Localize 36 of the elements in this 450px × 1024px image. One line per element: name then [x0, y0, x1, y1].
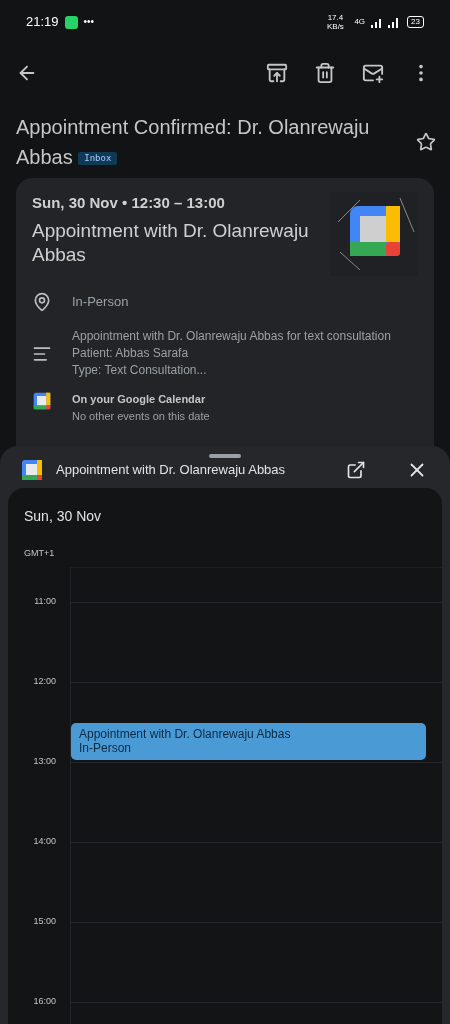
archive-icon[interactable]: [266, 62, 288, 84]
description-line: Type: Text Consultation...: [72, 362, 208, 379]
calendar-icon: [32, 391, 52, 411]
battery-indicator: 23: [407, 16, 424, 28]
open-external-icon[interactable]: [346, 460, 366, 480]
calendar-note: No other events on this date: [72, 408, 210, 424]
clock: 21:19: [26, 13, 59, 32]
network-speed: 17.4 KB/s: [325, 13, 345, 31]
description-line: Appointment with Dr. Olanrewaju Abbas for text consultation: [72, 328, 391, 345]
description-line: Patient: Abbas Sarafa: [72, 345, 190, 362]
event-time: Sun, 30 Nov • 12:30 – 13:00: [32, 193, 226, 213]
drag-handle[interactable]: [209, 454, 241, 458]
hour-label: 12:00: [32, 676, 56, 686]
more-notifications-icon: •••: [83, 17, 95, 27]
email-subject: Appointment Confirmed: Dr. Olanrewaju Abbas Inbox: [16, 115, 371, 170]
event-name: Appointment with Dr. Olanrewaju Abbas: [79, 727, 292, 741]
chat-app-icon: [64, 15, 78, 29]
location-icon: [32, 292, 52, 312]
delete-icon[interactable]: [314, 62, 336, 84]
event-place: In-Person: [79, 741, 133, 755]
calendar-event[interactable]: Appointment with Dr. Olanrewaju Abbas In-Person: [71, 722, 426, 760]
hour-label: 14:00: [32, 836, 56, 846]
inbox-label[interactable]: Inbox: [78, 152, 118, 166]
event-location: In-Person: [72, 293, 129, 312]
timezone-label: GMT+1: [23, 547, 56, 560]
sheet-title: Appointment with Dr. Olanrewaju Abbas: [56, 461, 287, 480]
event-title: Appointment with Dr. Olanrewaju Abbas: [32, 218, 310, 267]
hour-label: 13:00: [32, 756, 56, 766]
hour-label: 16:00: [32, 996, 56, 1006]
calendar-heading: On your Google Calendar: [72, 392, 207, 407]
network-type: 4G: [354, 16, 366, 28]
star-icon[interactable]: [416, 132, 436, 152]
day-heading: Sun, 30 Nov: [23, 507, 103, 526]
hour-label: 15:00: [32, 916, 56, 926]
hour-label: 11:00: [33, 596, 56, 606]
calendar-app-icon: [20, 458, 44, 482]
